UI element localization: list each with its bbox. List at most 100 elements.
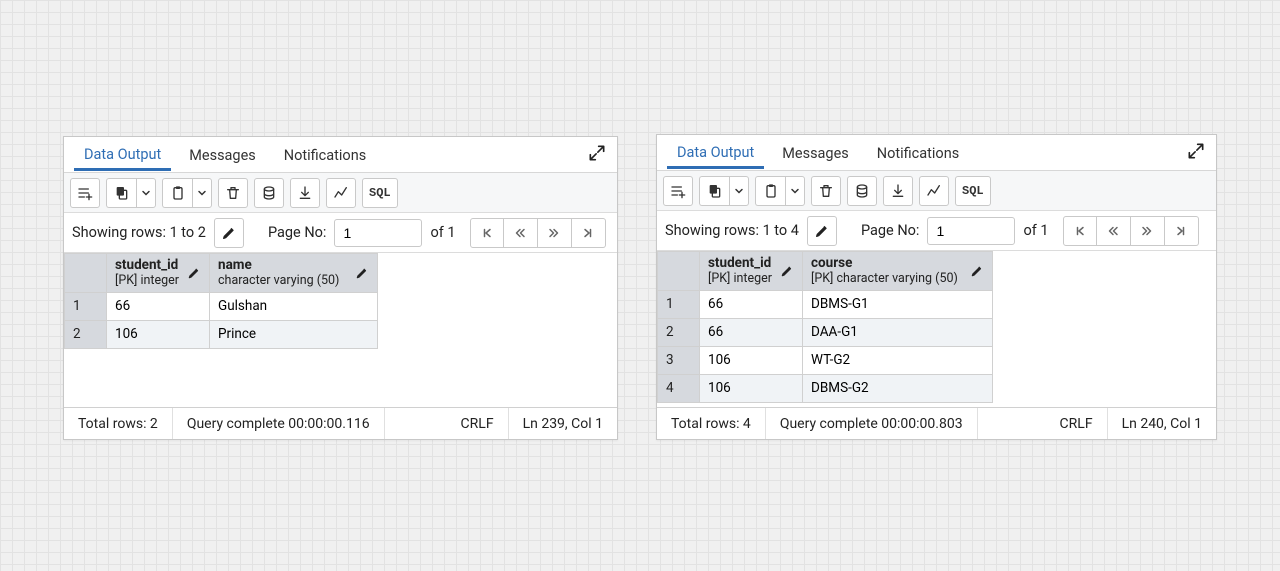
add-row-button[interactable] [70,178,100,208]
sql-button[interactable]: SQL [955,176,991,206]
tabs: Data Output Messages Notifications [657,135,1216,171]
cell[interactable]: DBMS-G1 [803,290,993,318]
grid-corner[interactable] [658,252,700,291]
toolbar: SQL [657,171,1216,211]
column-type: character varying (50) [218,274,339,288]
row-number[interactable]: 3 [658,346,700,374]
column-name: name [218,257,252,273]
next-page-button[interactable] [1131,216,1165,246]
graph-button[interactable] [326,178,356,208]
status-eol: CRLF [447,408,509,439]
page-no-label: Page No: [859,222,922,239]
add-row-button[interactable] [663,176,693,206]
paste-dropdown[interactable] [192,178,212,208]
row-number[interactable]: 4 [658,374,700,402]
first-page-button[interactable] [470,218,504,248]
cell[interactable]: WT-G2 [803,346,993,374]
delete-button[interactable] [811,176,841,206]
cell[interactable]: Gulshan [210,292,378,320]
page-nav-group [1063,216,1199,246]
sql-button[interactable]: SQL [362,178,398,208]
table-row[interactable]: 166DBMS-G1 [658,290,993,318]
cell[interactable]: Prince [210,320,378,348]
page-nav-group [470,218,606,248]
cell[interactable]: 66 [107,292,210,320]
save-data-button[interactable] [254,178,284,208]
copy-button-group [699,176,749,206]
column-type: [PK] integer [115,274,179,288]
paste-button[interactable] [755,176,785,206]
page-no-input[interactable] [334,219,422,247]
download-button[interactable] [883,176,913,206]
column-name: student_id [708,255,771,271]
result-grid[interactable]: student_id[PK] integercourse[PK] charact… [657,251,1216,407]
paste-button[interactable] [162,178,192,208]
page-of-label: of 1 [1021,222,1050,239]
result-panel-left: Data Output Messages Notifications [63,136,618,440]
copy-dropdown[interactable] [729,176,749,206]
cell[interactable]: DAA-G1 [803,318,993,346]
status-bar: Total rows: 4 Query complete 00:00:00.80… [657,407,1216,439]
column-type: [PK] character varying (50) [811,272,958,286]
cell[interactable]: 106 [107,320,210,348]
expand-icon[interactable] [1186,141,1208,163]
tab-messages[interactable]: Messages [179,139,266,171]
prev-page-button[interactable] [1097,216,1131,246]
copy-dropdown[interactable] [136,178,156,208]
status-query-time: Query complete 00:00:00.803 [766,408,978,439]
table-row[interactable]: 266DAA-G1 [658,318,993,346]
tab-notifications[interactable]: Notifications [274,139,376,171]
table-row[interactable]: 3106WT-G2 [658,346,993,374]
cell[interactable]: 106 [700,374,803,402]
status-total-rows: Total rows: 4 [657,408,766,439]
cell[interactable]: 106 [700,346,803,374]
edit-column-icon[interactable] [355,266,369,280]
column-header[interactable]: namecharacter varying (50) [210,254,378,293]
status-query-time: Query complete 00:00:00.116 [173,408,385,439]
row-number[interactable]: 1 [658,290,700,318]
toolbar: SQL [64,173,617,213]
cell[interactable]: 66 [700,318,803,346]
column-header[interactable]: student_id[PK] integer [700,252,803,291]
tabs: Data Output Messages Notifications [64,137,617,173]
save-data-button[interactable] [847,176,877,206]
row-number[interactable]: 2 [658,318,700,346]
copy-button[interactable] [106,178,136,208]
prev-page-button[interactable] [504,218,538,248]
tab-messages[interactable]: Messages [772,137,859,169]
edit-rows-button[interactable] [214,218,244,248]
page-of-label: of 1 [428,224,457,241]
download-button[interactable] [290,178,320,208]
column-type: [PK] integer [708,272,772,286]
paste-button-group [162,178,212,208]
paste-dropdown[interactable] [785,176,805,206]
result-grid[interactable]: student_id[PK] integernamecharacter vary… [64,253,617,407]
delete-button[interactable] [218,178,248,208]
column-header[interactable]: course[PK] character varying (50) [803,252,993,291]
edit-rows-button[interactable] [807,216,837,246]
last-page-button[interactable] [1165,216,1199,246]
table-row[interactable]: 2106Prince [65,320,378,348]
page-no-input[interactable] [927,217,1015,245]
edit-column-icon[interactable] [970,264,984,278]
edit-column-icon[interactable] [187,266,201,280]
cell[interactable]: 66 [700,290,803,318]
graph-button[interactable] [919,176,949,206]
edit-column-icon[interactable] [780,264,794,278]
copy-button[interactable] [699,176,729,206]
last-page-button[interactable] [572,218,606,248]
expand-icon[interactable] [587,143,609,165]
table-row[interactable]: 166Gulshan [65,292,378,320]
next-page-button[interactable] [538,218,572,248]
tab-data-output[interactable]: Data Output [74,138,171,171]
column-header[interactable]: student_id[PK] integer [107,254,210,293]
status-bar: Total rows: 2 Query complete 00:00:00.11… [64,407,617,439]
grid-corner[interactable] [65,254,107,293]
cell[interactable]: DBMS-G2 [803,374,993,402]
tab-notifications[interactable]: Notifications [867,137,969,169]
tab-data-output[interactable]: Data Output [667,136,764,169]
row-number[interactable]: 2 [65,320,107,348]
table-row[interactable]: 4106DBMS-G2 [658,374,993,402]
first-page-button[interactable] [1063,216,1097,246]
row-number[interactable]: 1 [65,292,107,320]
